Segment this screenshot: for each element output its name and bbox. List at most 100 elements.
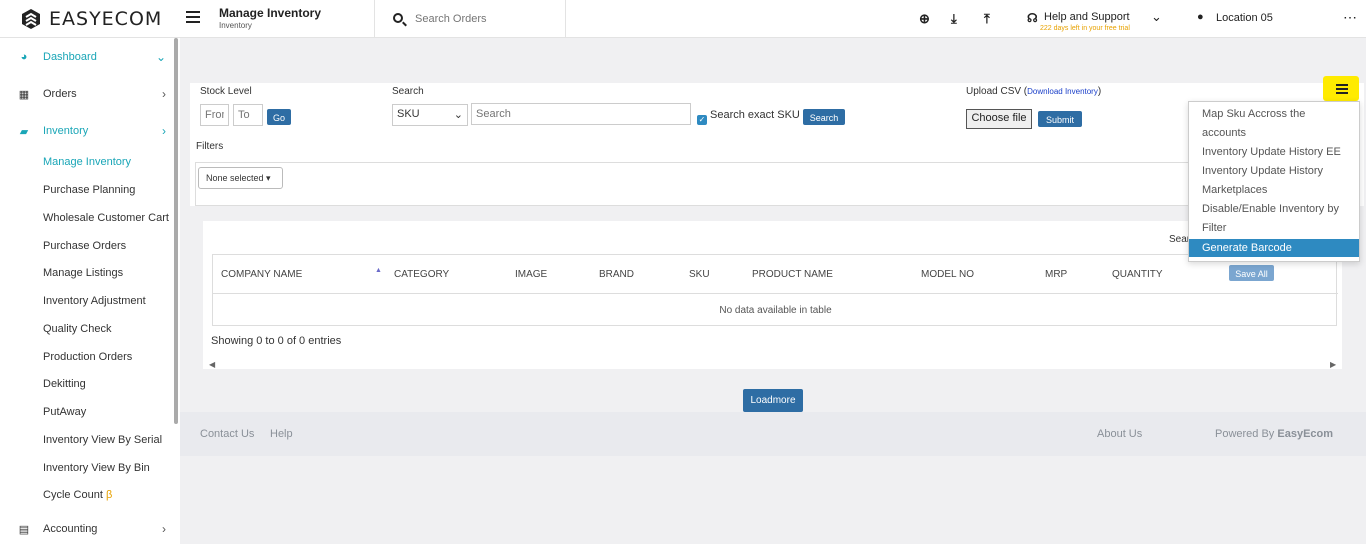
sku-search-input[interactable] <box>471 103 691 125</box>
sidebar-item-label: Cycle Count <box>43 489 103 501</box>
logo-icon <box>22 9 40 29</box>
filters-area <box>195 162 1190 206</box>
sidebar-subitem-inventory-adjustment[interactable]: Inventory Adjustment <box>43 295 146 307</box>
page-title: Manage Inventory <box>219 6 322 20</box>
breadcrumb: Inventory <box>219 21 252 30</box>
menu-item-generate-barcode[interactable]: Generate Barcode <box>1189 239 1359 257</box>
add-icon[interactable]: ⊕ <box>919 11 930 27</box>
more-options-icon[interactable]: ⋯ <box>1343 9 1358 26</box>
search-type-value: SKU <box>397 108 420 120</box>
sidebar-subitem-manage-inventory[interactable]: Manage Inventory <box>43 156 131 168</box>
logo[interactable]: EASYECOM <box>20 8 162 30</box>
sidebar-item-dashboard[interactable]: ◕ Dashboard ⌄ <box>18 50 166 64</box>
search-button[interactable]: Search <box>803 109 845 125</box>
logo-text: EASYECOM <box>49 8 163 30</box>
menu-item-disable-enable-inventory[interactable]: Disable/Enable Inventory by Filter <box>1202 200 1352 238</box>
sidebar-subitem-view-by-serial[interactable]: Inventory View By Serial <box>43 434 162 446</box>
headset-icon: ☊ <box>1027 11 1038 25</box>
powered-by-brand: EasyEcom <box>1277 428 1334 440</box>
sidebar-subitem-putaway[interactable]: PutAway <box>43 406 86 418</box>
sidebar-item-label: Dashboard <box>43 51 97 63</box>
upload-icon[interactable]: ⤒ <box>984 11 990 27</box>
trial-notice: 222 days left in your free trial <box>1040 25 1130 32</box>
column-header[interactable]: MODEL NO <box>921 269 974 280</box>
download-inventory-link[interactable]: Download Inventory <box>1027 87 1098 96</box>
stock-level-label: Stock Level <box>200 86 252 97</box>
sidebar-item-inventory[interactable]: ▰ Inventory › <box>18 124 166 138</box>
download-icon[interactable]: ⤓ <box>951 11 957 27</box>
sidebar-item-orders[interactable]: ▦ Orders › <box>18 87 166 101</box>
about-us-link[interactable]: About Us <box>1097 428 1142 440</box>
scroll-right-icon[interactable]: ▶ <box>1330 360 1336 369</box>
sidebar-subitem-wholesale-cart[interactable]: Wholesale Customer Cart <box>43 212 169 224</box>
filter-multiselect[interactable]: None selected ▾ <box>198 167 283 189</box>
sidebar-item-label: Orders <box>43 88 77 100</box>
location-selector[interactable]: Location 05 <box>1216 12 1273 24</box>
dashboard-icon: ◕ <box>20 51 28 63</box>
chevron-down-icon: ⌄ <box>453 109 463 121</box>
column-header[interactable]: SKU <box>689 269 710 280</box>
contact-us-link[interactable]: Contact Us <box>200 428 254 440</box>
sidebar-subitem-purchase-orders[interactable]: Purchase Orders <box>43 240 126 252</box>
chevron-right-icon: › <box>162 522 166 536</box>
table-search-label: Sear <box>1169 234 1191 245</box>
powered-by: Powered By EasyEcom <box>1215 428 1333 440</box>
table-info: Showing 0 to 0 of 0 entries <box>211 335 342 347</box>
sidebar-subitem-purchase-planning[interactable]: Purchase Planning <box>43 184 135 196</box>
loadmore-button[interactable]: Loadmore <box>743 389 803 412</box>
user-icon: ● <box>1197 11 1204 23</box>
sidebar-scrollbar[interactable] <box>174 38 178 424</box>
stock-to-input[interactable] <box>233 104 263 126</box>
top-bar: EASYECOM Manage Inventory Inventory ⊕ ⤓ … <box>0 0 1366 38</box>
menu-item-update-history-ee[interactable]: Inventory Update History EE <box>1202 143 1352 162</box>
search-orders-input[interactable] <box>415 9 555 29</box>
chevron-right-icon: › <box>162 124 166 138</box>
actions-menu-button[interactable] <box>1323 76 1359 101</box>
sidebar-subitem-production-orders[interactable]: Production Orders <box>43 351 132 363</box>
help-support-link[interactable]: Help and Support <box>1044 11 1130 23</box>
search-label: Search <box>392 86 424 97</box>
save-all-button[interactable]: Save All <box>1229 265 1274 281</box>
scroll-left-icon[interactable]: ◀ <box>209 360 215 369</box>
sidebar-subitem-quality-check[interactable]: Quality Check <box>43 323 111 335</box>
actions-dropdown: Map Sku Accross the accounts Inventory U… <box>1188 101 1360 262</box>
choose-file-button[interactable]: Choose file <box>966 109 1032 129</box>
exact-sku-checkbox[interactable]: ✓ <box>697 115 707 125</box>
chevron-right-icon: › <box>162 87 166 101</box>
upload-csv-close: ) <box>1097 86 1102 97</box>
chevron-down-icon[interactable]: ⌄ <box>1151 9 1162 25</box>
upload-csv-label: Upload CSV (Download Inventory) <box>966 86 1101 97</box>
hamburger-icon <box>1336 84 1348 94</box>
column-header[interactable]: BRAND <box>599 269 634 280</box>
sidebar-item-accounting[interactable]: ▤ Accounting › <box>18 522 166 536</box>
sort-asc-icon[interactable]: ▲ <box>375 267 382 274</box>
go-button[interactable]: Go <box>267 109 291 125</box>
column-header[interactable]: PRODUCT NAME <box>752 269 833 280</box>
column-header[interactable]: MRP <box>1045 269 1067 280</box>
footer: Contact Us Help About Us Powered By Easy… <box>180 412 1366 456</box>
column-header[interactable]: COMPANY NAME <box>221 269 302 280</box>
column-header[interactable]: CATEGORY <box>394 269 449 280</box>
sidebar-subitem-view-by-bin[interactable]: Inventory View By Bin <box>43 462 150 474</box>
main-content: Stock Level Go Search SKU ⌄ ✓ Search exa… <box>180 38 1366 544</box>
inventory-table: COMPANY NAME ▲ CATEGORY IMAGE BRAND SKU … <box>212 254 1338 326</box>
menu-toggle-icon[interactable] <box>186 11 200 23</box>
submit-button[interactable]: Submit <box>1038 111 1082 127</box>
order-search <box>374 0 566 38</box>
accounting-icon: ▤ <box>18 523 30 536</box>
sidebar-subitem-dekitting[interactable]: Dekitting <box>43 378 86 390</box>
grid-icon: ▦ <box>18 88 30 101</box>
menu-item-update-history-marketplaces[interactable]: Inventory Update History Marketplaces <box>1202 162 1352 200</box>
sidebar-subitem-cycle-count[interactable]: Cycle Count β <box>43 489 112 501</box>
sidebar-item-label: Inventory <box>43 125 89 137</box>
sidebar-subitem-manage-listings[interactable]: Manage Listings <box>43 267 123 279</box>
search-type-select[interactable]: SKU ⌄ <box>392 104 468 126</box>
column-header[interactable]: QUANTITY <box>1112 269 1163 280</box>
stock-from-input[interactable] <box>200 104 229 126</box>
column-header[interactable]: IMAGE <box>515 269 547 280</box>
exact-sku-label: Search exact SKU <box>710 109 800 121</box>
upload-csv-text: Upload CSV ( <box>966 86 1028 97</box>
chevron-down-icon: ⌄ <box>155 50 166 64</box>
help-link[interactable]: Help <box>270 428 293 440</box>
menu-item-map-sku[interactable]: Map Sku Accross the accounts <box>1202 105 1352 143</box>
